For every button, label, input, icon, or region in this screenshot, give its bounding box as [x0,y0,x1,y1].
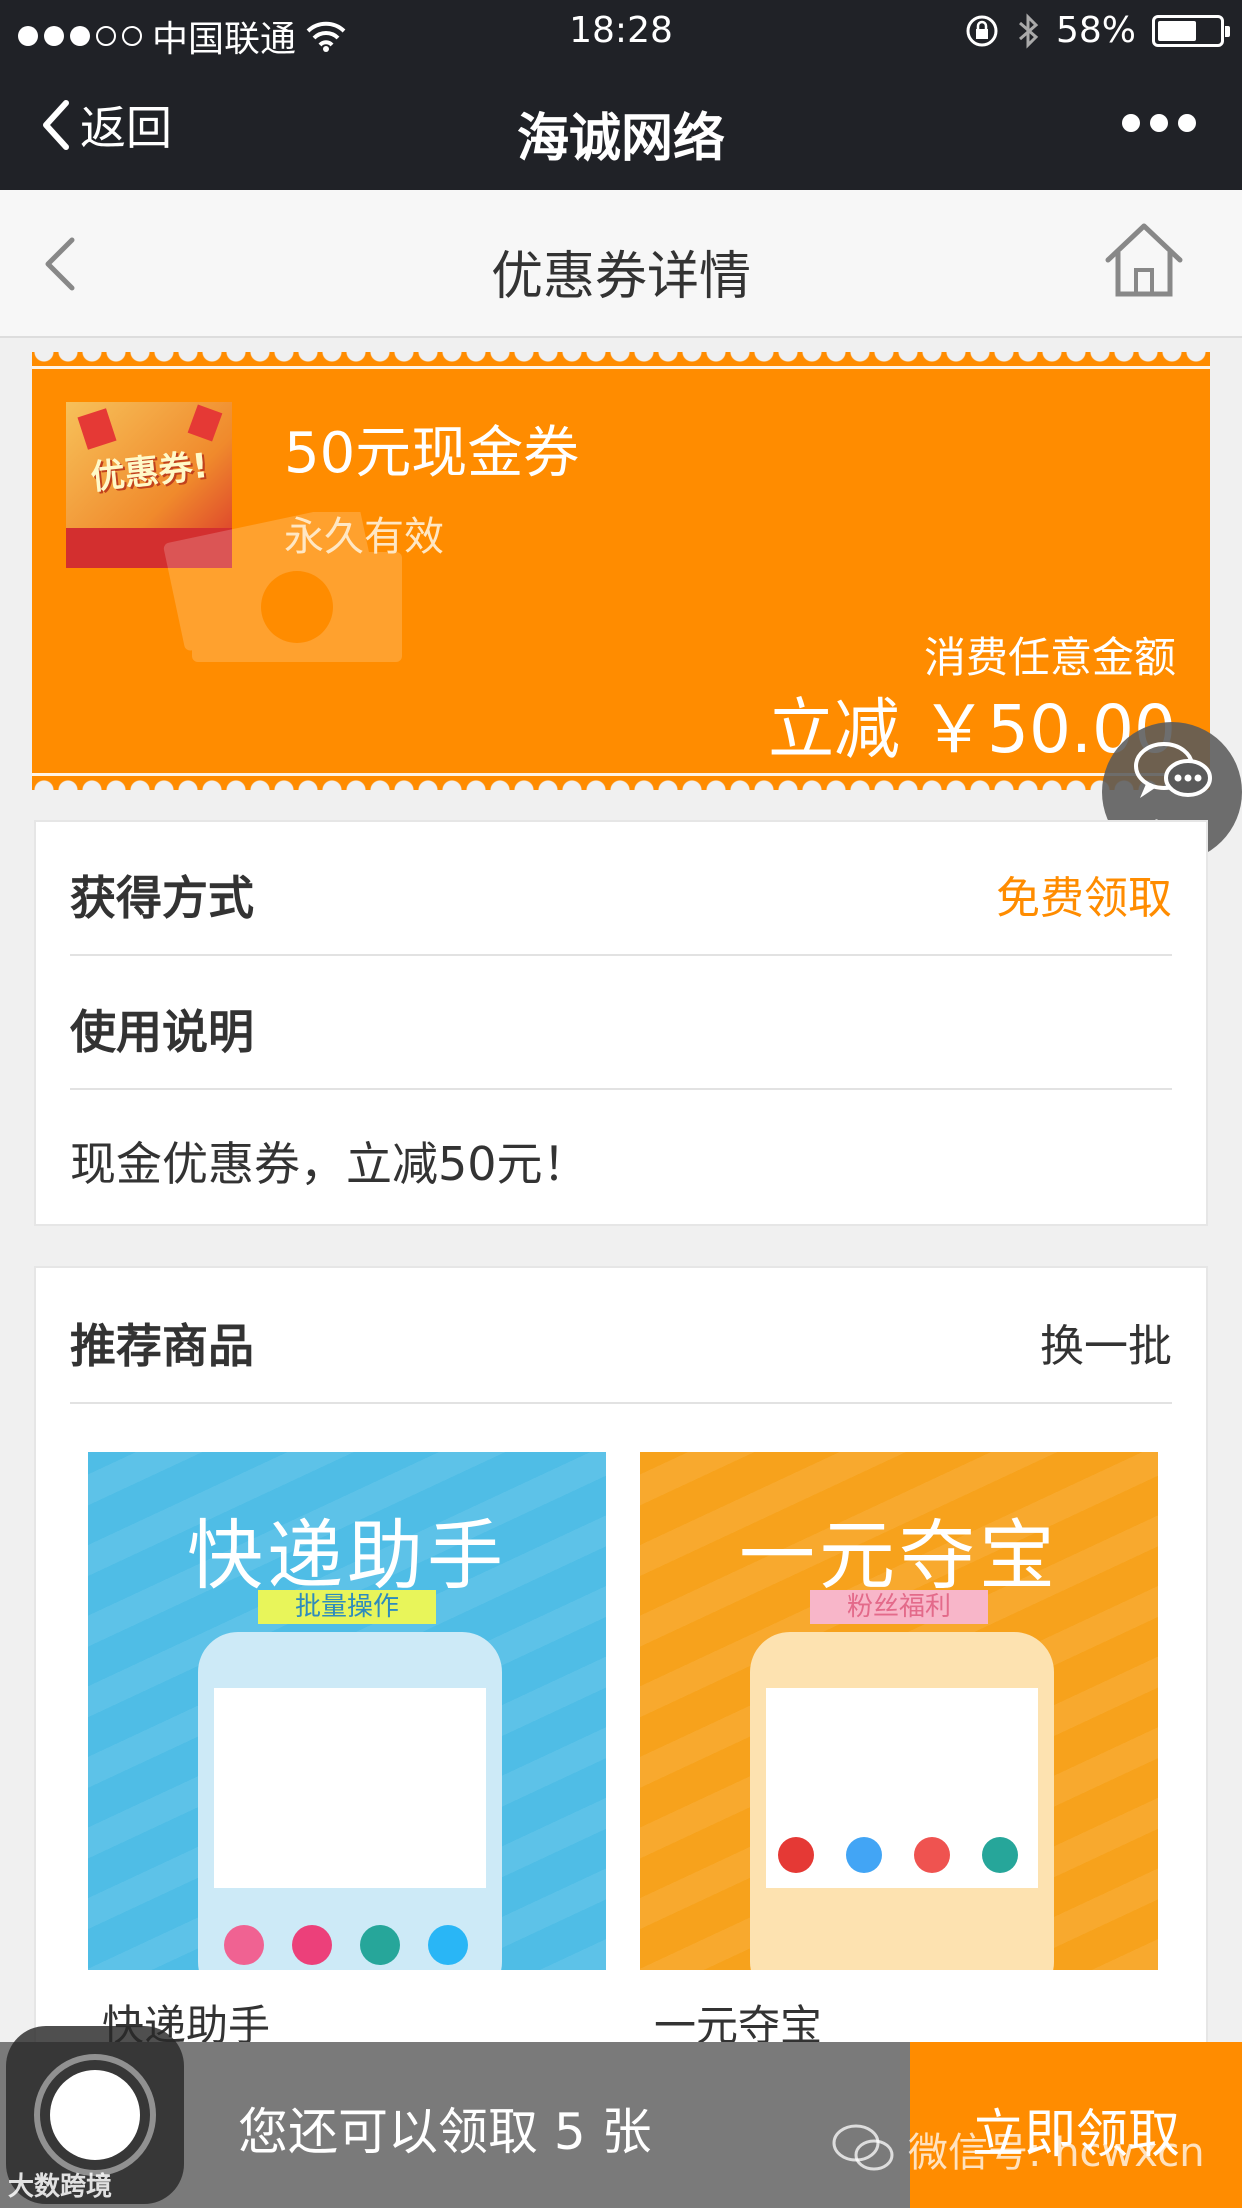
chat-bubble-icon [1134,742,1212,798]
corner-watermark: 大数跨境 [8,2172,113,2202]
obtain-method-row: 获得方式 免费领取 [70,822,1172,956]
product-card[interactable]: 快递助手 批量操作 快递助手 [88,1452,606,2044]
more-menu-button[interactable] [1122,114,1196,132]
product-image-title: 一元夺宝 [739,1511,1059,1600]
usage-row: 使用说明 [70,956,1172,1090]
wechat-logo-icon [832,2124,894,2171]
recommend-header: 推荐商品 换一批 [70,1268,1172,1404]
usage-description: 现金优惠券，立减50元！ [70,1137,589,1191]
obtain-method-value: 免费领取 [996,873,1172,924]
product-image[interactable]: 一元夺宝 粉丝福利 [640,1452,1158,1970]
coupon-validity: 永久有效 [284,514,444,560]
wechat-nav-bar: 返回 海诚网络 [0,62,1242,190]
coupon-info-card: 获得方式 免费领取 使用说明 现金优惠券，立减50元！ [34,820,1208,1226]
status-right: 58% [964,10,1230,51]
more-dot [1178,114,1196,132]
page-title: 优惠券详情 [490,247,751,307]
obtain-method-label: 获得方式 [70,871,254,925]
wechat-id-watermark: 微信号: hcwxcn [832,2120,1205,2178]
wechat-title: 海诚网络 [516,109,725,169]
phone-screen [214,1688,486,1888]
more-dot [1150,114,1168,132]
remaining-count-text: 您还可以领取 5 张 [238,2103,652,2161]
product-name[interactable]: 一元夺宝 [640,1992,1158,2044]
battery-icon [1152,14,1230,47]
wechat-id-text: 微信号: hcwxcn [908,2130,1205,2176]
status-bar: 中国联通 18:28 58% [0,0,1242,62]
recommend-card: 推荐商品 换一批 快递助手 批量操作 快递助手 一元夺宝 粉丝福利 一元夺宝 [34,1266,1208,2046]
home-icon[interactable] [1102,220,1186,300]
coupon-name: 50元现金券 [284,421,580,486]
product-image[interactable]: 快递助手 批量操作 [88,1452,606,1970]
coupon-divider-top [32,366,1210,369]
coupon-card: 优惠券! 50元现金券 永久有效 消费任意金额 立减 ￥50.00 [32,352,1210,790]
more-dot [1122,114,1140,132]
page-header: 优惠券详情 [0,190,1242,338]
app-icon-row [778,1837,1018,1873]
refresh-button[interactable]: 换一批 [1040,1310,1172,1374]
coupon-edge-bottom [32,770,1210,790]
usage-label: 使用说明 [70,1005,254,1059]
bluetooth-icon [1018,12,1039,49]
battery-percent: 58% [1055,10,1136,51]
battery-fill [1158,20,1197,41]
coupon-edge-top [32,352,1210,372]
app-icon-row [224,1925,468,1965]
recommend-title: 推荐商品 [70,1319,254,1373]
assistive-center [50,2070,140,2160]
product-image-tag: 粉丝福利 [810,1590,988,1624]
product-image-tag: 批量操作 [258,1590,436,1624]
product-card[interactable]: 一元夺宝 粉丝福利 一元夺宝 [640,1452,1158,2044]
rotation-lock-icon [966,15,998,46]
ribbon-decoration [77,408,117,450]
product-image-title: 快递助手 [187,1511,507,1600]
